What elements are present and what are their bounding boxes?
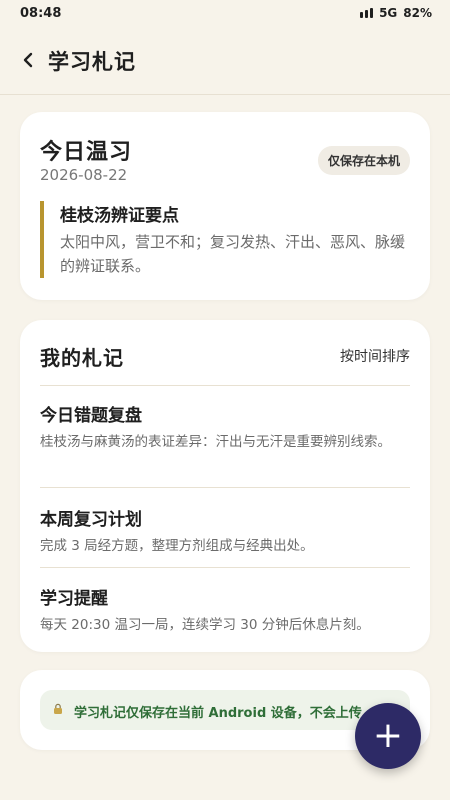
note-item[interactable]: 本周复习计划 完成 3 局经方题，整理方剂组成与经典出处。 [40, 505, 410, 558]
divider [40, 385, 410, 386]
review-date: 2026-08-22 [40, 166, 128, 184]
status-icons: 5G 82% [360, 6, 432, 20]
quote-title: 桂枝汤辨证要点 [60, 206, 179, 226]
review-card: 今日温习 2026-08-22 仅保存在本机 桂枝汤辨证要点 太阳中风，营卫不和… [20, 112, 430, 300]
note-body: 桂枝汤与麻黄汤的表证差异：汗出与无汗是重要辨别线索。 [40, 434, 391, 450]
app-bar: 学习札记 [0, 28, 450, 95]
storage-notice-text: 学习札记仅保存在当前 Android 设备，不会上传 [74, 706, 362, 721]
note-title: 本周复习计划 [40, 510, 142, 530]
page-title: 学习札记 [48, 50, 136, 74]
quote-body: 太阳中风，营卫不和；复习发热、汗出、恶风、脉缓的辨证联系。 [60, 233, 406, 275]
sort-button[interactable]: 按时间排序 [340, 346, 410, 366]
local-storage-badge: 仅保存在本机 [317, 146, 410, 175]
note-item[interactable]: 今日错题复盘 桂枝汤与麻黄汤的表证差异：汗出与无汗是重要辨别线索。 [40, 401, 410, 454]
note-body: 每天 20:30 温习一局，连续学习 30 分钟后休息片刻。 [40, 617, 370, 633]
lock-icon [54, 703, 62, 714]
review-heading: 今日温习 [40, 140, 133, 165]
battery-level: 82% [403, 6, 432, 20]
plus-icon: + [372, 715, 404, 756]
chevron-left-icon [23, 52, 33, 68]
divider [40, 487, 410, 488]
add-note-button[interactable]: + [355, 703, 421, 769]
status-time: 08:48 [20, 6, 62, 21]
network-type: 5G [379, 6, 398, 20]
divider [40, 567, 410, 568]
back-button[interactable] [16, 46, 40, 74]
notes-heading: 我的札记 [40, 346, 124, 370]
note-item[interactable]: 学习提醒 每天 20:30 温习一局，连续学习 30 分钟后休息片刻。 [40, 584, 410, 637]
notes-card: 我的札记 按时间排序 今日错题复盘 桂枝汤与麻黄汤的表证差异：汗出与无汗是重要辨… [20, 320, 430, 652]
status-bar: 08:48 5G 82% [0, 0, 450, 28]
review-quote[interactable]: 桂枝汤辨证要点 太阳中风，营卫不和；复习发热、汗出、恶风、脉缓的辨证联系。 [40, 201, 410, 278]
note-body: 完成 3 局经方题，整理方剂组成与经典出处。 [40, 538, 314, 554]
signal-icon [360, 8, 374, 18]
storage-notice: 学习札记仅保存在当前 Android 设备，不会上传 [40, 690, 410, 730]
note-title: 学习提醒 [40, 589, 108, 609]
note-title: 今日错题复盘 [40, 406, 142, 426]
